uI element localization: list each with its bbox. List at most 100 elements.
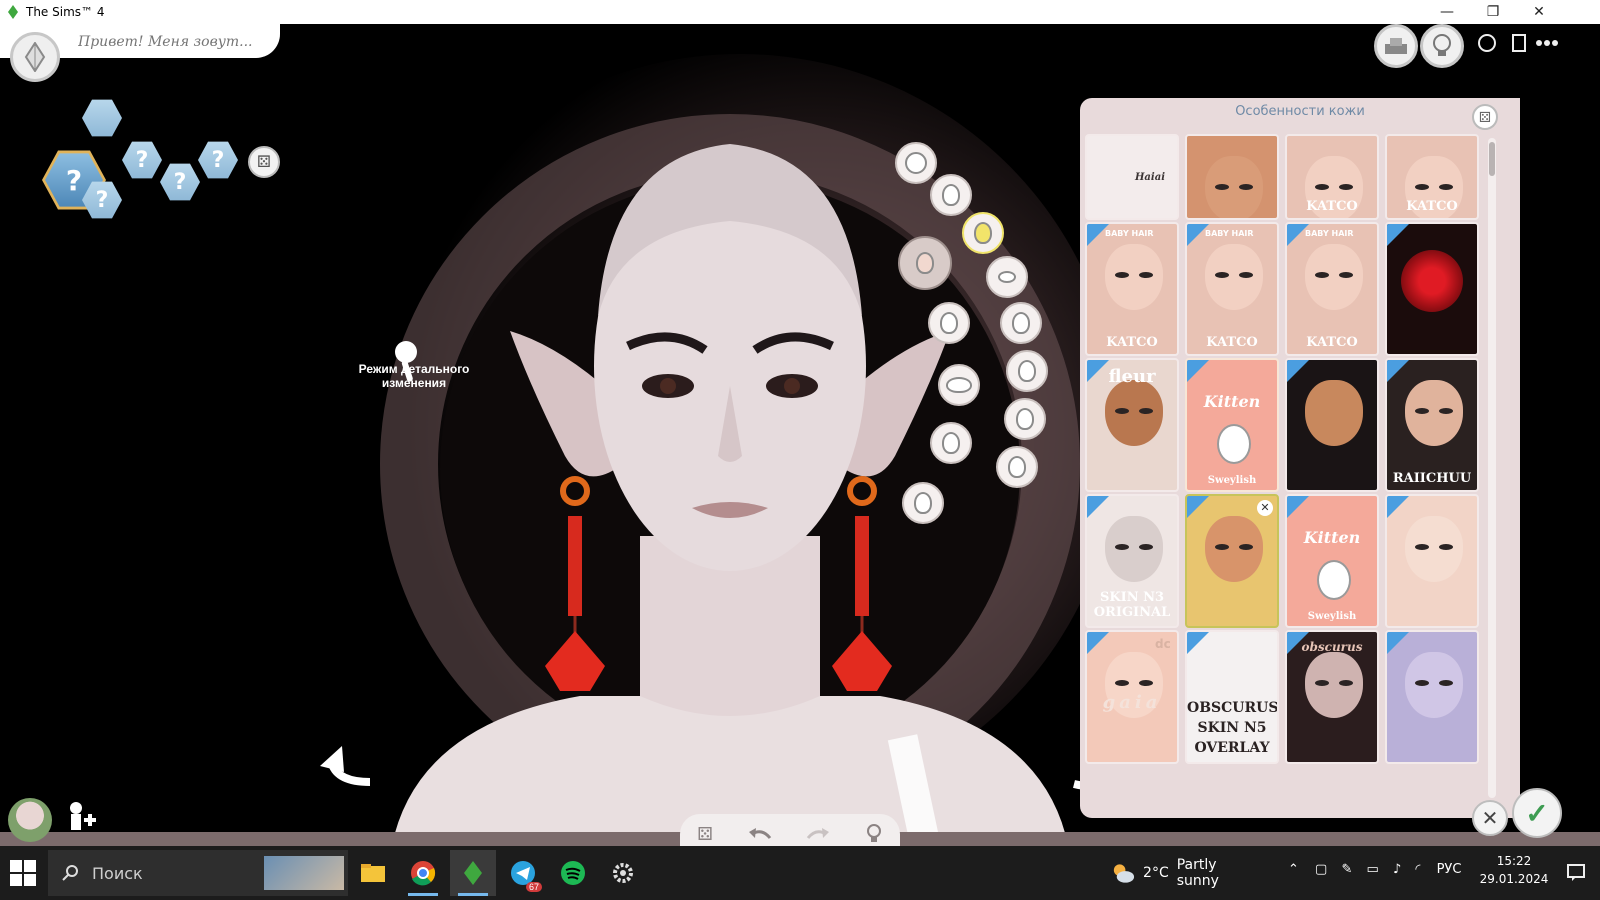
telegram-icon[interactable]: 67 bbox=[500, 850, 546, 896]
skin-detail-tile[interactable] bbox=[1285, 358, 1379, 492]
custom-content-wrench-icon bbox=[1187, 496, 1209, 518]
spotify-icon[interactable] bbox=[550, 850, 596, 896]
sim-name-input[interactable] bbox=[78, 32, 258, 52]
battery-icon[interactable]: ▭ bbox=[1367, 862, 1379, 877]
genetics-hex-parent-b[interactable]: ? bbox=[160, 163, 200, 201]
head-shape-icon[interactable] bbox=[930, 174, 972, 216]
tile-top-caption: BABY HAIR bbox=[1205, 229, 1254, 238]
meet-icon[interactable]: ▢ bbox=[1315, 862, 1327, 877]
skin-details-icon[interactable] bbox=[898, 236, 952, 290]
weather-widget[interactable]: 2°C Partly sunny bbox=[1110, 850, 1260, 896]
tile-preview-eye bbox=[1439, 184, 1453, 190]
skin-detail-tile[interactable]: Kitten Sweylish bbox=[1285, 494, 1379, 628]
language-indicator[interactable]: РУС bbox=[1437, 862, 1462, 877]
tile-preview-eye bbox=[1439, 544, 1453, 550]
tile-preview-eye bbox=[1415, 680, 1429, 686]
genetics-hex-top[interactable] bbox=[82, 99, 122, 137]
face-icon-selected[interactable] bbox=[962, 212, 1004, 254]
chrome-icon[interactable] bbox=[400, 850, 446, 896]
skin-detail-tile[interactable]: obscurus bbox=[1285, 630, 1379, 764]
windows-start-icon[interactable] bbox=[10, 860, 36, 886]
rotate-left-arrow-icon[interactable] bbox=[318, 742, 378, 790]
wifi-icon[interactable]: ◜ bbox=[1415, 862, 1420, 877]
skin-detail-tile[interactable]: fleur bbox=[1085, 358, 1179, 492]
skin-detail-tile[interactable]: KATCO bbox=[1385, 134, 1479, 220]
settings-gear-icon[interactable] bbox=[600, 850, 646, 896]
restore-button[interactable]: ❐ bbox=[1470, 0, 1516, 24]
bulb-hint-icon[interactable] bbox=[865, 823, 883, 845]
taskbar-search-box[interactable]: Поиск bbox=[48, 850, 348, 896]
household-sim-avatar[interactable] bbox=[8, 798, 52, 842]
cas-menu-button[interactable] bbox=[10, 32, 60, 82]
help-icon[interactable] bbox=[1472, 28, 1502, 58]
skin-detail-tile[interactable]: KATCO bbox=[1285, 134, 1379, 220]
skin-detail-tile[interactable]: BABY HAIR KATCO bbox=[1085, 222, 1179, 356]
remove-item-icon[interactable]: ✕ bbox=[1257, 500, 1273, 516]
skin-detail-tile[interactable]: BABY HAIR KATCO bbox=[1285, 222, 1379, 356]
minimize-button[interactable]: — bbox=[1424, 0, 1470, 24]
sims4-taskbar-icon[interactable] bbox=[450, 850, 496, 896]
skin-detail-tile[interactable]: ✕ bbox=[1185, 494, 1279, 628]
mic-mute-icon[interactable]: ✎ bbox=[1341, 862, 1352, 877]
skin-detail-tile[interactable]: RAIICHUU bbox=[1385, 358, 1479, 492]
whole-body-icon[interactable] bbox=[895, 142, 937, 184]
jaw-icon[interactable] bbox=[1006, 350, 1048, 392]
tile-preview-eye bbox=[1439, 680, 1453, 686]
neck-icon[interactable] bbox=[902, 482, 944, 524]
tile-caption: obscurus bbox=[1301, 640, 1363, 654]
chevron-up-icon[interactable]: ⌃ bbox=[1288, 862, 1299, 877]
skin-detail-tile[interactable]: BABY HAIR KATCO bbox=[1185, 222, 1279, 356]
tile-preview-eye bbox=[1239, 272, 1253, 278]
hints-button[interactable] bbox=[1420, 24, 1464, 68]
hair-icon[interactable] bbox=[928, 302, 970, 344]
accessory-icon[interactable] bbox=[930, 422, 972, 464]
add-sim-icon[interactable] bbox=[60, 798, 100, 838]
randomize-dice-icon[interactable]: ⚄ bbox=[1472, 104, 1498, 130]
notification-icon[interactable] bbox=[1566, 862, 1586, 882]
tile-preview-face bbox=[1305, 380, 1363, 446]
panel-scrollbar-thumb[interactable] bbox=[1489, 142, 1495, 176]
tile-preview-eye bbox=[1139, 680, 1153, 686]
genetics-hex-parent-a[interactable]: ? bbox=[122, 141, 162, 179]
skin-detail-tile[interactable] bbox=[1385, 494, 1479, 628]
close-window-button[interactable]: ✕ bbox=[1516, 0, 1562, 24]
skin-detail-tile[interactable] bbox=[1185, 134, 1279, 220]
gallery-button[interactable] bbox=[1374, 24, 1418, 68]
skin-detail-tile[interactable]: Haiai bbox=[1085, 134, 1179, 220]
confirm-button[interactable]: ✓ bbox=[1512, 788, 1562, 838]
tile-preview-eye bbox=[1215, 184, 1229, 190]
panel-scrollbar-track[interactable] bbox=[1488, 138, 1496, 798]
skin-detail-tile[interactable] bbox=[1385, 630, 1479, 764]
custom-content-wrench-icon bbox=[1287, 360, 1309, 382]
nose-icon[interactable] bbox=[1004, 398, 1046, 440]
notes-icon[interactable] bbox=[1504, 28, 1534, 58]
skin-detail-tile[interactable]: Kitten Sweylish bbox=[1185, 358, 1279, 492]
randomize-genetics-dice-icon[interactable]: ⚄ bbox=[248, 146, 280, 178]
hat-icon[interactable] bbox=[938, 364, 980, 406]
telegram-badge: 67 bbox=[525, 882, 542, 892]
tile-preview-face bbox=[1105, 380, 1163, 446]
volume-icon[interactable]: ♪ bbox=[1393, 862, 1401, 877]
chin-icon[interactable] bbox=[996, 446, 1038, 488]
tile-preview-face bbox=[1205, 244, 1263, 310]
skin-detail-tile[interactable]: dc gaia bbox=[1085, 630, 1179, 764]
search-label: Поиск bbox=[92, 863, 143, 883]
mouth-icon[interactable] bbox=[986, 256, 1028, 298]
tile-preview-eye bbox=[1139, 272, 1153, 278]
cancel-button[interactable]: ✕ bbox=[1472, 800, 1508, 836]
tile-caption: Kitten bbox=[1303, 528, 1361, 547]
randomize-sim-dice-icon[interactable]: ⚄ bbox=[697, 824, 713, 845]
window-title-bar: The Sims™ 4 — ❐ ✕ bbox=[0, 0, 1600, 24]
skin-detail-tile[interactable]: OBSCURUS SKIN N5 OVERLAY bbox=[1185, 630, 1279, 764]
tile-preview-eye bbox=[1115, 680, 1129, 686]
more-options-icon[interactable] bbox=[1532, 28, 1562, 58]
undo-icon[interactable] bbox=[748, 826, 772, 842]
skin-detail-tile[interactable]: SKIN N3 ORIGINAL bbox=[1085, 494, 1179, 628]
ear-icon[interactable] bbox=[1000, 302, 1042, 344]
skin-detail-tile[interactable] bbox=[1385, 222, 1479, 356]
file-explorer-icon[interactable] bbox=[350, 850, 396, 896]
window-title: The Sims™ 4 bbox=[26, 5, 105, 19]
redo-icon[interactable] bbox=[806, 826, 830, 842]
taskbar-clock[interactable]: 15:22 29.01.2024 bbox=[1476, 852, 1552, 888]
genetics-hex-parent-c[interactable]: ? bbox=[198, 141, 238, 179]
